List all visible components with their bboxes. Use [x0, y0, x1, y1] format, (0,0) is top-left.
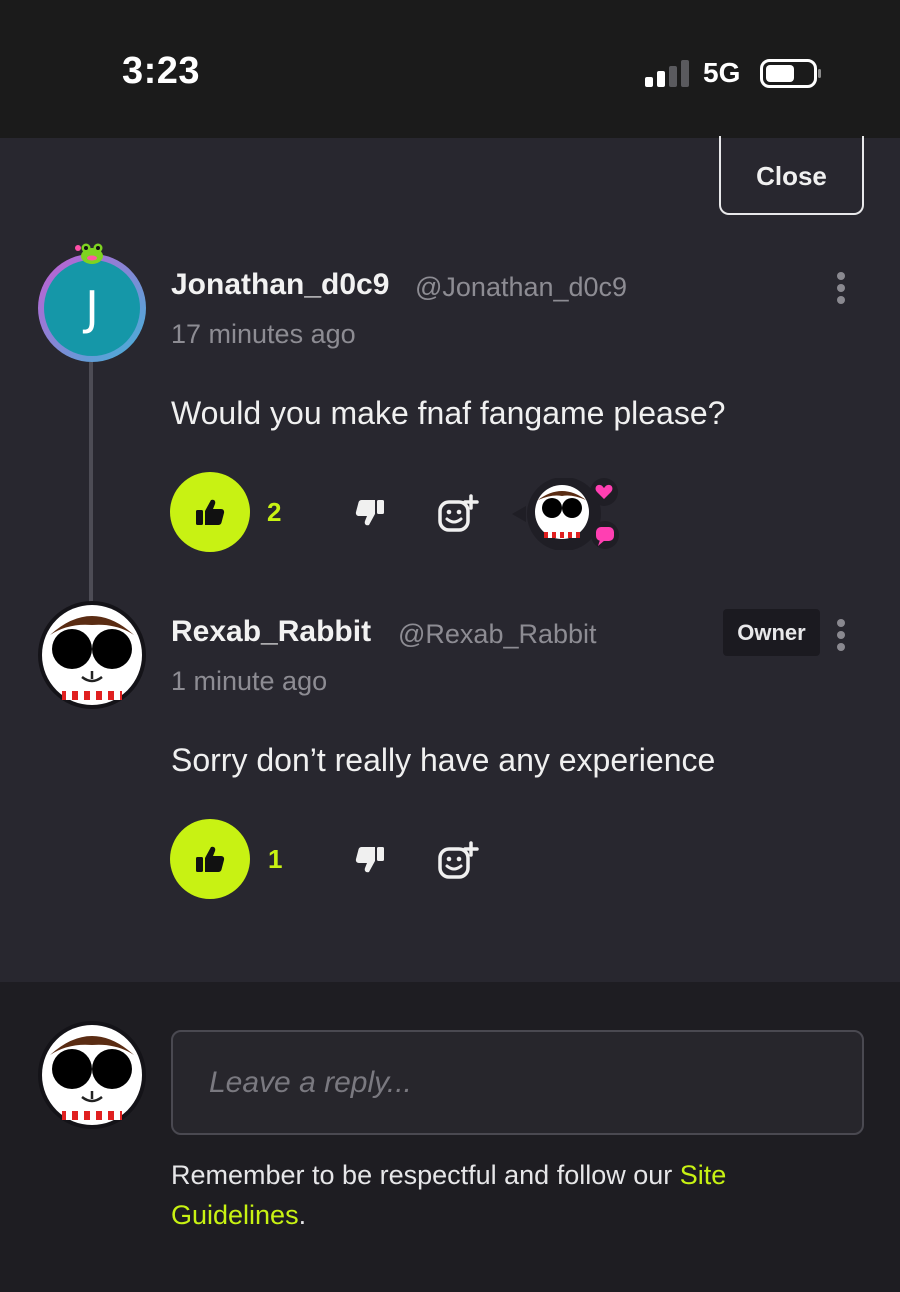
add-emoji-icon — [438, 494, 479, 532]
comment-handle: @Rexab_Rabbit — [398, 619, 597, 649]
battery-icon — [760, 59, 821, 88]
thumbs-up-icon — [196, 499, 225, 525]
thumbs-up-icon — [196, 846, 225, 872]
comment-username[interactable]: Rexab_Rabbit — [171, 615, 371, 649]
comment-username[interactable]: Jonathan_d0c9 — [171, 268, 389, 302]
comment-timestamp: 1 minute ago — [171, 666, 328, 696]
reaction-sticker[interactable] — [512, 478, 624, 550]
thumbs-down-icon — [355, 500, 384, 526]
avatar-letter: J — [44, 260, 140, 356]
more-options-icon[interactable] — [831, 268, 851, 308]
dislike-button[interactable] — [348, 491, 392, 535]
like-button[interactable] — [170, 472, 250, 552]
thread-connector-line — [89, 362, 93, 602]
status-time: 3:23 — [122, 50, 201, 92]
comment-timestamp: 17 minutes ago — [171, 319, 356, 349]
frog-badge-icon — [75, 243, 103, 264]
guidelines-note-text: Remember to be respectful and follow our — [171, 1160, 680, 1190]
network-type: 5G — [703, 57, 741, 88]
avatar[interactable]: J — [38, 254, 146, 362]
avatar[interactable] — [38, 601, 146, 709]
add-reaction-button[interactable] — [436, 492, 480, 536]
comment-text: Would you make fnaf fangame please? — [171, 395, 726, 431]
like-button[interactable] — [170, 819, 250, 899]
add-emoji-icon — [438, 841, 479, 879]
like-count: 1 — [268, 844, 283, 874]
guidelines-note-suffix: . — [298, 1200, 307, 1230]
owner-badge: Owner — [723, 609, 820, 656]
status-bar: 3:23 5G — [0, 0, 900, 138]
comment-text: Sorry don’t really have any experience — [171, 742, 716, 778]
like-count: 2 — [267, 497, 282, 527]
close-button[interactable]: Close — [719, 136, 864, 215]
reply-input[interactable] — [171, 1030, 864, 1135]
signal-icon — [645, 60, 689, 87]
current-user-avatar — [38, 1021, 146, 1129]
add-reaction-button[interactable] — [436, 839, 480, 883]
comment-handle: @Jonathan_d0c9 — [415, 272, 628, 302]
thumbs-down-icon — [355, 847, 384, 873]
dislike-button[interactable] — [348, 838, 392, 882]
more-options-icon[interactable] — [831, 615, 851, 655]
guidelines-note: Remember to be respectful and follow our… — [171, 1155, 811, 1235]
